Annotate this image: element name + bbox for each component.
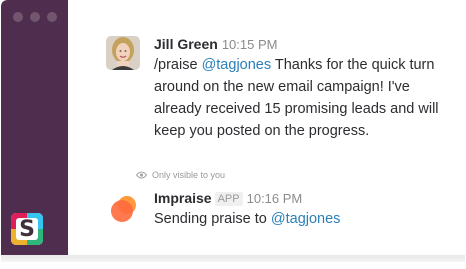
jill-green-avatar[interactable] <box>106 36 140 70</box>
minimize-window-button[interactable] <box>30 12 40 22</box>
window-bottom-edge <box>1 255 465 262</box>
ephemeral-note: Only visible to you <box>136 170 225 180</box>
message-timestamp[interactable]: 10:16 PM <box>247 191 303 206</box>
visibility-note: Only visible to you <box>152 170 226 180</box>
slack-window: S Jill Green 10:15 PM /praise @tagjones T… <box>1 0 465 262</box>
slack-logo-letter: S <box>16 217 38 242</box>
praise-command: /praise <box>154 57 202 73</box>
message-author[interactable]: Jill Green <box>154 36 218 52</box>
window-controls <box>13 12 57 22</box>
message-author[interactable]: Impraise <box>154 190 212 206</box>
close-window-button[interactable] <box>13 12 23 22</box>
app-badge: APP <box>214 192 243 206</box>
message-timestamp[interactable]: 10:15 PM <box>222 37 278 52</box>
impraise-avatar[interactable] <box>108 192 140 224</box>
user-mention[interactable]: @tagjones <box>271 211 341 227</box>
message-pane: Jill Green 10:15 PM /praise @tagjones Tha… <box>68 0 465 255</box>
message-text: Sending praise to <box>154 211 271 227</box>
message-impraise: Impraise APP 10:16 PM Sending praise to @t… <box>154 190 454 230</box>
sidebar: S <box>1 0 68 262</box>
message-body: /praise @tagjones Thanks for the quick t… <box>154 54 454 142</box>
message-jill: Jill Green 10:15 PM /praise @tagjones Tha… <box>154 36 454 142</box>
user-mention[interactable]: @tagjones <box>202 57 272 73</box>
eye-icon <box>136 171 147 179</box>
maximize-window-button[interactable] <box>47 12 57 22</box>
message-body: Sending praise to @tagjones <box>154 208 454 230</box>
slack-logo-icon[interactable]: S <box>11 213 43 245</box>
impraise-logo-icon <box>111 196 136 222</box>
